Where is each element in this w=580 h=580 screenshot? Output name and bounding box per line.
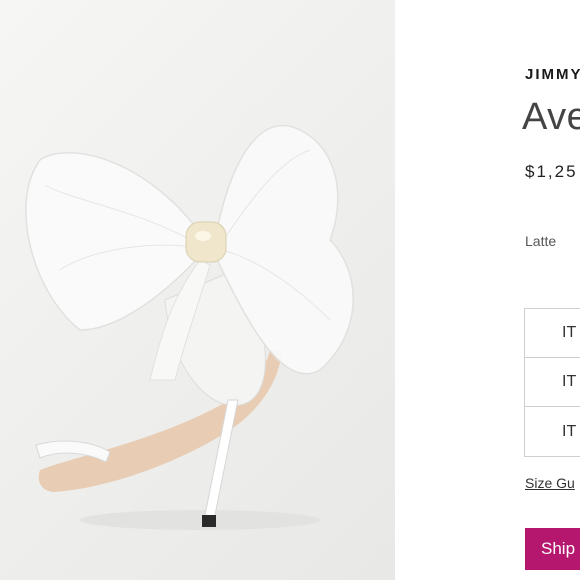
size-guide-link[interactable]: Size Gu — [525, 475, 575, 491]
product-price: $1,25 — [525, 162, 578, 181]
brand-name: JIMMY — [525, 66, 580, 83]
size-option[interactable]: IT — [525, 407, 580, 456]
size-selector: IT IT IT — [524, 308, 580, 457]
size-option[interactable]: IT — [525, 358, 580, 407]
product-title: Ave — [522, 96, 580, 138]
ship-button[interactable]: Ship — [525, 528, 580, 570]
color-name: Latte — [525, 233, 557, 249]
white-bow-sandal-illustration — [25, 124, 354, 530]
size-option[interactable]: IT — [525, 309, 580, 358]
product-image[interactable] — [0, 0, 395, 580]
